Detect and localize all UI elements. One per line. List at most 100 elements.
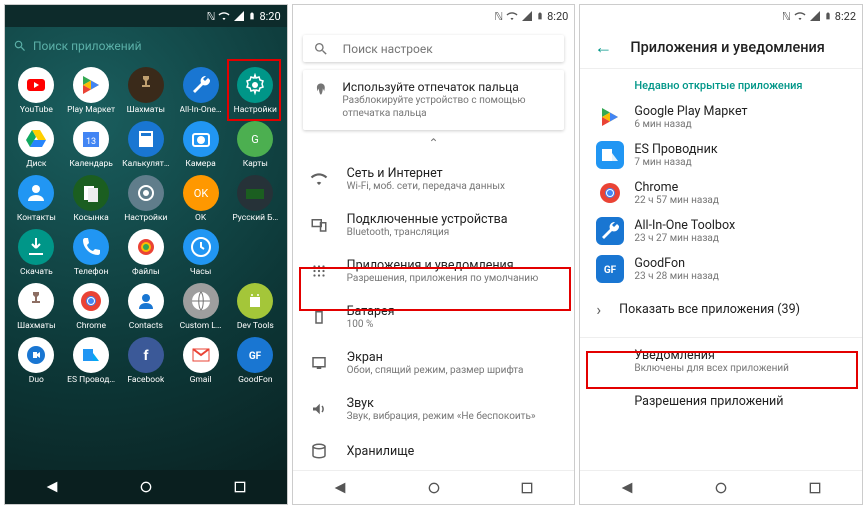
- devices-icon: [309, 216, 329, 234]
- nav-home-icon[interactable]: [426, 480, 442, 496]
- app-ok[interactable]: OKOK: [173, 175, 228, 223]
- search-placeholder: Поиск приложений: [33, 39, 142, 53]
- nfc-icon: ℕ: [782, 10, 791, 23]
- app-dev-tools[interactable]: Dev Tools: [228, 283, 283, 331]
- recent-app-google-play-маркет[interactable]: Google Play Маркет6 мин назад: [580, 98, 862, 136]
- app-custom-l-[interactable]: Custom L…: [173, 283, 228, 331]
- nav-home-icon[interactable]: [713, 480, 729, 496]
- app-es-провод-[interactable]: ES Провод…: [64, 337, 119, 385]
- app-facebook[interactable]: fFacebook: [118, 337, 173, 385]
- fingerprint-title: Используйте отпечаток пальца: [342, 80, 554, 94]
- svg-text:G: G: [252, 133, 260, 146]
- nav-bar: [293, 470, 575, 504]
- app-empty: [228, 229, 283, 277]
- highlight-show-all: [586, 351, 858, 389]
- settings-row-devices[interactable]: Подключенные устройстваBluetooth, трансл…: [293, 202, 575, 248]
- app-карты[interactable]: GКарты: [228, 121, 283, 169]
- app-камера[interactable]: Камера: [173, 121, 228, 169]
- search-icon: [313, 41, 329, 57]
- wifi-icon: [506, 10, 518, 22]
- nav-back-icon[interactable]: [619, 480, 635, 496]
- status-bar: ℕ 8:22: [580, 5, 862, 27]
- status-time: 8:20: [547, 10, 568, 23]
- screen-apps-notifications: ℕ 8:22 ← Приложения и уведомления Недавн…: [579, 4, 863, 505]
- wifi-icon: [309, 170, 329, 188]
- fingerprint-suggestion[interactable]: Используйте отпечаток пальца Разблокируй…: [303, 70, 565, 130]
- app-контакты[interactable]: Контакты: [9, 175, 64, 223]
- sound-icon: [309, 400, 329, 418]
- svg-text:13: 13: [86, 137, 96, 147]
- app-chrome[interactable]: Chrome: [64, 283, 119, 331]
- recent-app-chrome[interactable]: Chrome22 ч 57 мин назад: [580, 174, 862, 212]
- permissions-row[interactable]: Разрешения приложений: [580, 384, 862, 419]
- app-диск[interactable]: Диск: [9, 121, 64, 169]
- app-contacts[interactable]: Contacts: [118, 283, 173, 331]
- recent-app-all-in-one-toolbox[interactable]: All-In-One Toolbox23 ч 27 мин назад: [580, 212, 862, 250]
- settings-row-sound[interactable]: ЗвукЗвук, вибрация, режим «Не беспокоить…: [293, 386, 575, 432]
- app-gmail[interactable]: Gmail: [173, 337, 228, 385]
- svg-text:GF: GF: [249, 351, 262, 362]
- svg-text:f: f: [143, 348, 149, 364]
- nav-back-icon[interactable]: [44, 479, 60, 495]
- app-шахматы[interactable]: Шахматы: [118, 67, 173, 115]
- status-bar: ℕ 8:20: [293, 5, 575, 27]
- display-icon: [309, 354, 329, 372]
- recent-app-es-проводник[interactable]: ES Проводник7 мин назад: [580, 136, 862, 174]
- app-настройки[interactable]: Настройки: [118, 175, 173, 223]
- signal-icon: [809, 10, 821, 22]
- fingerprint-sub: Разблокируйте устройство с помощью отпеч…: [342, 94, 554, 120]
- nfc-icon: ℕ: [494, 10, 503, 23]
- settings-row-wifi[interactable]: Сеть и ИнтернетWi-Fi, моб. сети, передач…: [293, 156, 575, 202]
- nav-recent-icon[interactable]: [807, 480, 823, 496]
- app-телефон[interactable]: Телефон: [64, 229, 119, 277]
- nfc-icon: ℕ: [207, 10, 216, 23]
- app-календарь[interactable]: 13Календарь: [64, 121, 119, 169]
- screen-settings: ℕ 8:20 Поиск настроек Используйте отпеча…: [292, 4, 576, 505]
- settings-body: Поиск настроек Используйте отпечаток пал…: [293, 27, 575, 470]
- search-settings[interactable]: Поиск настроек: [303, 35, 565, 62]
- app-шахматы[interactable]: Шахматы: [9, 283, 64, 331]
- svg-text:OK: OK: [193, 187, 208, 200]
- app-duo[interactable]: Duo: [9, 337, 64, 385]
- app-калькулят-[interactable]: Калькулят…: [118, 121, 173, 169]
- screen-app-drawer: ℕ 8:20 Поиск приложений YouTubePlay Марк…: [4, 4, 288, 505]
- settings-row-display[interactable]: ЭкранОбои, спящий режим, размер шрифта: [293, 340, 575, 386]
- header: ← Приложения и уведомления: [580, 27, 862, 69]
- fingerprint-icon: [313, 80, 329, 100]
- wifi-icon: [794, 10, 806, 22]
- back-arrow-icon[interactable]: ←: [594, 37, 612, 58]
- app-youtube[interactable]: YouTube: [9, 67, 64, 115]
- permissions-title: Разрешения приложений: [634, 394, 846, 409]
- nav-home-icon[interactable]: [138, 479, 154, 495]
- app-косынка[interactable]: Косынка: [64, 175, 119, 223]
- signal-icon: [521, 10, 533, 22]
- app-часы[interactable]: Часы: [173, 229, 228, 277]
- app-скачать[interactable]: Скачать: [9, 229, 64, 277]
- search-placeholder: Поиск настроек: [343, 42, 433, 56]
- show-all-apps[interactable]: › Показать все приложения (39): [580, 288, 862, 331]
- wifi-icon: [218, 10, 230, 22]
- battery-icon: [248, 10, 256, 22]
- app-русский-б-[interactable]: Русский Б…: [228, 175, 283, 223]
- search-apps[interactable]: Поиск приложений: [13, 33, 279, 59]
- settings-row-storage[interactable]: Хранилище: [293, 432, 575, 470]
- collapse-arrow-icon[interactable]: ⌃: [293, 134, 575, 156]
- highlight-apps-row: [299, 267, 571, 311]
- search-icon: [13, 39, 27, 53]
- battery-icon: [536, 10, 544, 22]
- nav-recent-icon[interactable]: [519, 480, 535, 496]
- app-all-in-one-[interactable]: All-In-One…: [173, 67, 228, 115]
- highlight-settings-app: [227, 59, 281, 121]
- app-goodfon[interactable]: GFGoodFon: [228, 337, 283, 385]
- recent-app-goodfon[interactable]: GFGoodFon23 ч 28 мин назад: [580, 250, 862, 288]
- page-title: Приложения и уведомления: [630, 39, 825, 56]
- nav-bar: [5, 470, 287, 504]
- nav-back-icon[interactable]: [332, 480, 348, 496]
- app-файлы[interactable]: Файлы: [118, 229, 173, 277]
- status-time: 8:22: [835, 10, 856, 23]
- status-time: 8:20: [259, 10, 280, 23]
- signal-icon: [233, 10, 245, 22]
- app-play-маркет[interactable]: Play Маркет: [64, 67, 119, 115]
- nav-recent-icon[interactable]: [232, 479, 248, 495]
- show-all-label: Показать все приложения (39): [619, 302, 800, 317]
